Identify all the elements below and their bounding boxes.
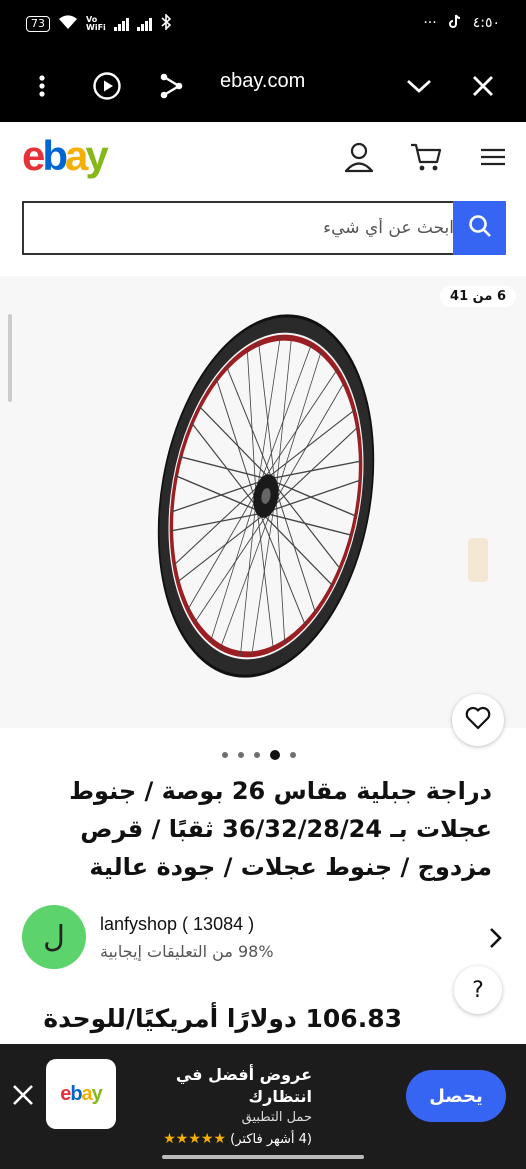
pagination-dot[interactable] xyxy=(238,752,244,758)
banner-reviews: (4 أشهر فاكتر) xyxy=(230,1132,312,1147)
wheel-spoke xyxy=(276,380,346,499)
product-price: 106.83 دولارًا أمريكيًا/للوحدة xyxy=(43,1004,402,1033)
banner-text: عروض أفضل في انتظارك حمل التطبيق (4 أشهر… xyxy=(130,1064,312,1151)
heart-icon xyxy=(465,706,491,734)
account-icon[interactable] xyxy=(342,140,376,174)
pagination-dot[interactable] xyxy=(270,750,280,760)
signal-icon-2 xyxy=(136,17,152,31)
star-icon: ★ xyxy=(188,1131,201,1147)
help-label: ? xyxy=(472,977,484,1003)
wheel-spoke xyxy=(272,460,362,479)
share-icon[interactable] xyxy=(153,68,189,104)
wheel-spoke xyxy=(186,493,256,612)
star-icon: ★ xyxy=(200,1131,214,1147)
pagination-dot[interactable] xyxy=(290,752,296,758)
url-text[interactable]: ebay.com xyxy=(220,70,305,93)
home-indicator[interactable] xyxy=(162,1155,364,1159)
banner-close-icon[interactable] xyxy=(8,1080,38,1110)
site-header: ebay xyxy=(0,122,526,194)
wheel-spoke xyxy=(265,368,339,478)
seller-name[interactable]: lanfyshop ( 13084 ) xyxy=(100,914,254,935)
wheel-spoke xyxy=(276,487,342,571)
wheel-spoke xyxy=(239,507,256,656)
ebay-app-icon: ebay xyxy=(46,1059,116,1129)
tiktok-icon xyxy=(448,14,461,32)
banner-subtitle: حمل التطبيق xyxy=(241,1110,312,1125)
help-button[interactable]: ? xyxy=(454,966,502,1014)
search-bar xyxy=(22,201,506,255)
chevron-down-icon[interactable] xyxy=(401,68,437,104)
star-icon: ★ xyxy=(175,1131,189,1147)
more-notifications-icon: ··· xyxy=(423,15,437,31)
wheel-spoke xyxy=(277,349,322,492)
status-bar: 73 Vo WiFi ··· ٤:٥٠ xyxy=(0,0,526,50)
wheel-spoke xyxy=(198,405,268,477)
wheel-spoke xyxy=(251,507,275,657)
wheel-spoke xyxy=(264,515,334,587)
battery-indicator: 73 xyxy=(26,16,50,32)
wifi-icon xyxy=(58,14,78,34)
get-app-button[interactable]: يحصل xyxy=(406,1070,506,1122)
close-icon[interactable] xyxy=(465,68,501,104)
search-button[interactable] xyxy=(453,201,506,255)
clock: ٤:٥٠ xyxy=(472,15,500,31)
wheel-spoke xyxy=(190,421,256,505)
product-title: دراجة جبلية مقاس 26 بوصة / جنوط عجلات بـ… xyxy=(69,777,492,881)
cart-icon[interactable] xyxy=(409,140,443,174)
menu-dots-icon[interactable] xyxy=(24,68,60,104)
hamburger-menu-icon[interactable] xyxy=(476,140,510,174)
bluetooth-icon xyxy=(160,13,172,34)
wheel-spoke xyxy=(210,500,255,643)
system-nav-bar xyxy=(0,1148,526,1169)
watchlist-button[interactable] xyxy=(452,694,504,746)
star-rating: ★★★★★ xyxy=(163,1131,227,1147)
pagination-dot[interactable] xyxy=(222,752,228,758)
wheel-spoke xyxy=(276,336,293,485)
product-image-gallery[interactable]: 6 من 41 xyxy=(0,276,526,728)
play-icon[interactable] xyxy=(89,68,125,104)
seller-feedback: 98% من التعليقات إيجابية xyxy=(100,942,274,961)
search-input[interactable] xyxy=(22,201,454,255)
product-image-wheel[interactable] xyxy=(0,276,526,728)
wheel-spoke xyxy=(193,514,267,624)
signal-icon xyxy=(113,17,129,31)
wheel-spoke xyxy=(257,335,281,485)
vowifi-indicator: Vo WiFi xyxy=(86,15,106,32)
banner-title: عروض أفضل في انتظارك xyxy=(175,1065,312,1106)
star-icon: ★ xyxy=(163,1131,176,1147)
gallery-pagination xyxy=(222,750,296,760)
ebay-logo[interactable]: ebay xyxy=(22,132,109,180)
app-download-banner: ebay عروض أفضل في انتظارك حمل التطبيق (4… xyxy=(0,1044,526,1148)
browser-toolbar: ebay.com xyxy=(0,50,526,122)
chevron-right-icon[interactable] xyxy=(482,924,508,952)
wheel-spoke xyxy=(170,513,260,532)
seller-avatar[interactable]: ل xyxy=(22,905,86,969)
star-icon: ★ xyxy=(213,1131,227,1147)
search-icon xyxy=(467,213,493,243)
pagination-dot[interactable] xyxy=(254,752,260,758)
